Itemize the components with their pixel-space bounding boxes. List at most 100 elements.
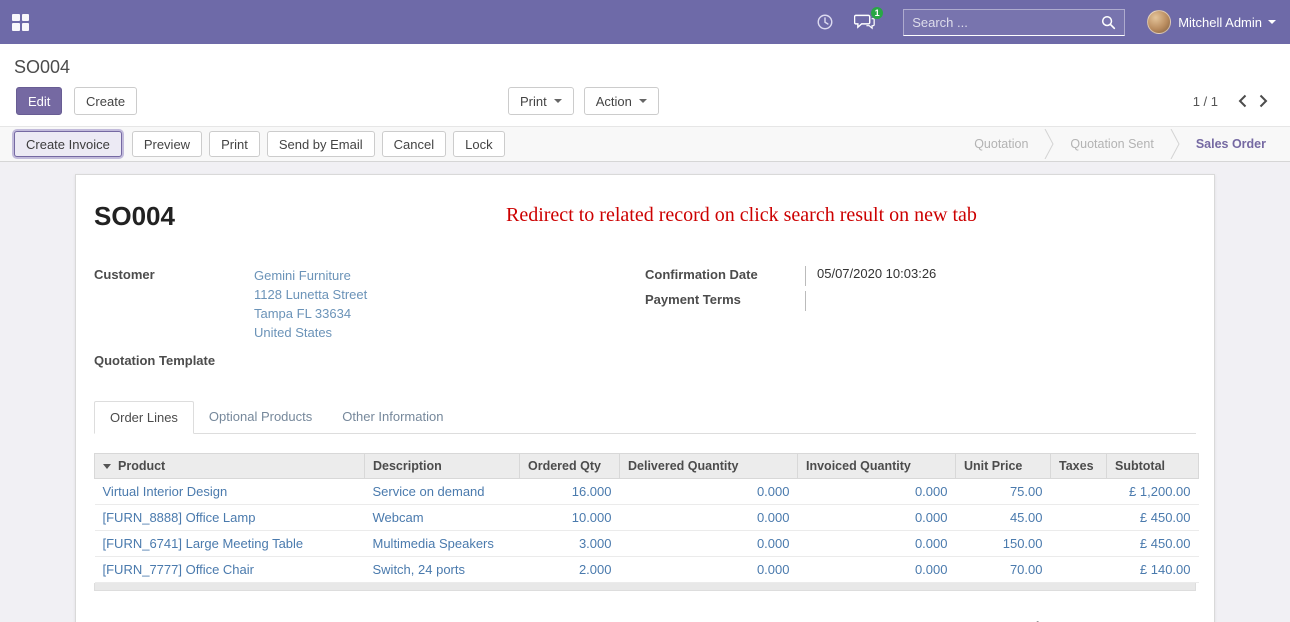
cancel-button[interactable]: Cancel: [382, 131, 446, 157]
create-button[interactable]: Create: [74, 87, 137, 115]
column-header-subtotal[interactable]: Subtotal: [1107, 454, 1199, 479]
notebook-tabs: Order Lines Optional Products Other Info…: [94, 401, 1196, 434]
cell-ordered-qty[interactable]: 3.000: [520, 531, 620, 557]
table-row[interactable]: [FURN_6741] Large Meeting Table Multimed…: [95, 531, 1199, 557]
table-footer-strip: [94, 583, 1196, 591]
print-menu-label: Print: [520, 94, 547, 109]
cell-delivered-qty[interactable]: 0.000: [620, 531, 798, 557]
cell-invoiced-qty[interactable]: 0.000: [798, 505, 956, 531]
column-header-delivered-quantity[interactable]: Delivered Quantity: [620, 454, 798, 479]
cell-product[interactable]: [FURN_7777] Office Chair: [95, 557, 365, 583]
tab-other-information[interactable]: Other Information: [327, 401, 458, 433]
user-name: Mitchell Admin: [1178, 15, 1262, 30]
cell-unit-price[interactable]: 150.00: [956, 531, 1051, 557]
cell-ordered-qty[interactable]: 16.000: [520, 479, 620, 505]
print-button[interactable]: Print: [209, 131, 260, 157]
confirmation-date-value: 05/07/2020 10:03:26: [805, 266, 1196, 286]
cell-unit-price[interactable]: 45.00: [956, 505, 1051, 531]
breadcrumb: SO004: [14, 57, 70, 77]
cell-unit-price[interactable]: 75.00: [956, 479, 1051, 505]
global-search-box: [903, 9, 1125, 36]
cell-subtotal[interactable]: £ 450.00: [1107, 505, 1199, 531]
cell-taxes[interactable]: [1051, 505, 1107, 531]
pager-count: 1 / 1: [1193, 94, 1218, 109]
cell-description[interactable]: Webcam: [365, 505, 520, 531]
action-menu-button[interactable]: Action: [584, 87, 659, 115]
customer-label: Customer: [94, 266, 254, 342]
status-steps: Quotation Quotation Sent Sales Order: [958, 127, 1290, 161]
column-header-ordered-qty[interactable]: Ordered Qty: [520, 454, 620, 479]
cell-invoiced-qty[interactable]: 0.000: [798, 531, 956, 557]
column-header-description[interactable]: Description: [365, 454, 520, 479]
customer-country[interactable]: United States: [254, 323, 645, 342]
column-header-taxes[interactable]: Taxes: [1051, 454, 1107, 479]
preview-button[interactable]: Preview: [132, 131, 202, 157]
cell-ordered-qty[interactable]: 10.000: [520, 505, 620, 531]
cell-product[interactable]: [FURN_6741] Large Meeting Table: [95, 531, 365, 557]
cell-delivered-qty[interactable]: 0.000: [620, 505, 798, 531]
cell-subtotal[interactable]: £ 140.00: [1107, 557, 1199, 583]
top-navbar: 1 Mitchell Admin: [0, 0, 1290, 44]
cell-invoiced-qty[interactable]: 0.000: [798, 479, 956, 505]
send-by-email-button[interactable]: Send by Email: [267, 131, 375, 157]
payment-terms-label: Payment Terms: [645, 291, 805, 311]
table-row[interactable]: Virtual Interior Design Service on deman…: [95, 479, 1199, 505]
customer-street[interactable]: 1128 Lunetta Street: [254, 285, 645, 304]
cell-description[interactable]: Switch, 24 ports: [365, 557, 520, 583]
status-step-quotation[interactable]: Quotation: [958, 137, 1044, 151]
column-header-product[interactable]: Product: [95, 454, 365, 479]
status-step-sales-order[interactable]: Sales Order: [1180, 137, 1282, 151]
cell-product[interactable]: [FURN_8888] Office Lamp: [95, 505, 365, 531]
table-row[interactable]: [FURN_8888] Office Lamp Webcam 10.000 0.…: [95, 505, 1199, 531]
action-menu-label: Action: [596, 94, 632, 109]
payment-terms-value: [805, 291, 1196, 311]
create-invoice-button[interactable]: Create Invoice: [14, 131, 122, 157]
step-separator-icon: [1170, 127, 1180, 161]
quotation-template-label: Quotation Template: [94, 352, 254, 368]
tab-order-lines[interactable]: Order Lines: [94, 401, 194, 434]
table-row[interactable]: [FURN_7777] Office Chair Switch, 24 port…: [95, 557, 1199, 583]
customer-city[interactable]: Tampa FL 33634: [254, 304, 645, 323]
apps-menu-icon[interactable]: [12, 14, 29, 31]
pager: 1 / 1: [1193, 92, 1274, 110]
cell-product[interactable]: Virtual Interior Design: [95, 479, 365, 505]
column-header-invoiced-quantity[interactable]: Invoiced Quantity: [798, 454, 956, 479]
status-step-quotation-sent[interactable]: Quotation Sent: [1054, 137, 1169, 151]
column-header-unit-price[interactable]: Unit Price: [956, 454, 1051, 479]
chevron-down-icon: [639, 99, 647, 103]
cell-taxes[interactable]: [1051, 531, 1107, 557]
tab-optional-products[interactable]: Optional Products: [194, 401, 327, 433]
cell-delivered-qty[interactable]: 0.000: [620, 479, 798, 505]
cell-description[interactable]: Multimedia Speakers: [365, 531, 520, 557]
column-header-label: Product: [118, 459, 165, 473]
lock-button[interactable]: Lock: [453, 131, 504, 157]
activities-clock-icon[interactable]: [816, 13, 834, 31]
form-view-background: SO004 Redirect to related record on clic…: [0, 162, 1290, 622]
breadcrumb-bar: SO004: [0, 44, 1290, 81]
chevron-down-icon: [1268, 20, 1276, 24]
cell-delivered-qty[interactable]: 0.000: [620, 557, 798, 583]
user-menu[interactable]: Mitchell Admin: [1147, 10, 1276, 34]
cell-taxes[interactable]: [1051, 479, 1107, 505]
cell-subtotal[interactable]: £ 450.00: [1107, 531, 1199, 557]
search-input[interactable]: [904, 15, 1097, 30]
avatar: [1147, 10, 1171, 34]
customer-value[interactable]: Gemini Furniture 1128 Lunetta Street Tam…: [254, 266, 645, 342]
cell-description[interactable]: Service on demand: [365, 479, 520, 505]
sort-caret-icon: [103, 464, 111, 469]
search-icon[interactable]: [1097, 15, 1124, 30]
step-separator-icon: [1044, 127, 1054, 161]
cell-taxes[interactable]: [1051, 557, 1107, 583]
messages-icon[interactable]: 1: [854, 13, 875, 31]
edit-button[interactable]: Edit: [16, 87, 62, 115]
chevron-down-icon: [554, 99, 562, 103]
pager-previous-icon[interactable]: [1232, 92, 1253, 110]
cell-ordered-qty[interactable]: 2.000: [520, 557, 620, 583]
customer-name-link[interactable]: Gemini Furniture: [254, 266, 645, 285]
cell-subtotal[interactable]: £ 1,200.00: [1107, 479, 1199, 505]
cell-unit-price[interactable]: 70.00: [956, 557, 1051, 583]
cell-invoiced-qty[interactable]: 0.000: [798, 557, 956, 583]
pager-next-icon[interactable]: [1253, 92, 1274, 110]
print-menu-button[interactable]: Print: [508, 87, 574, 115]
quotation-template-value: [254, 352, 645, 368]
